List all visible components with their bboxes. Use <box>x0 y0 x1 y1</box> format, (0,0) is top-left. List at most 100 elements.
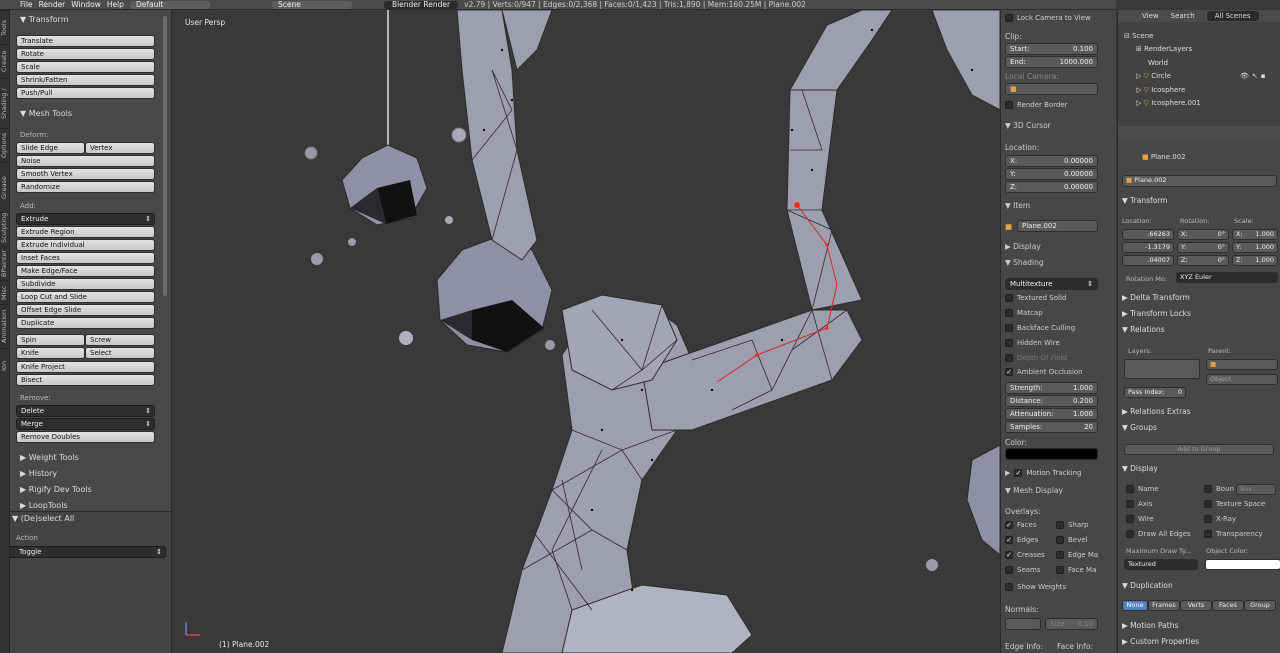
panel-header-display[interactable]: ▼ Display <box>1122 464 1158 473</box>
rotation-x-field[interactable]: X: 0° <box>1177 229 1229 240</box>
offset-edge-slide-button[interactable]: Offset Edge Slide <box>16 304 155 316</box>
panel-header-groups[interactable]: ▼ Groups <box>1122 423 1157 432</box>
render-engine-select[interactable]: Blender Render <box>383 0 459 9</box>
location-y-field[interactable]: -1.3179 <box>1122 242 1174 253</box>
noise-button[interactable]: Noise <box>16 155 155 167</box>
parent-type-select[interactable]: Object <box>1206 374 1278 385</box>
tab-animation[interactable]: Animation <box>0 304 9 348</box>
shrink-fatten-button[interactable]: Shrink/Fatten <box>16 74 155 86</box>
lock-camera-checkbox[interactable]: Lock Camera to View <box>1005 14 1091 22</box>
object-color-swatch[interactable] <box>1205 559 1280 570</box>
outliner-item-scene[interactable]: ⊟ Scene <box>1124 32 1153 40</box>
panel-header-transform[interactable]: ▼ Transform <box>10 13 171 26</box>
ao-samples-field[interactable]: Samples: 20 <box>1005 421 1098 433</box>
location-x-field[interactable]: .66263 <box>1122 229 1174 240</box>
loop-cut-button[interactable]: Loop Cut and Slide <box>16 291 155 303</box>
rotation-z-field[interactable]: Z: 0° <box>1177 255 1229 266</box>
ao-attenuation-field[interactable]: Attenuation: 1.000 <box>1005 408 1098 420</box>
panel-header-transform-locks[interactable]: ▶ Transform Locks <box>1122 309 1191 318</box>
extrude-region-button[interactable]: Extrude Region <box>16 226 155 238</box>
item-name-field[interactable]: Plane.002 <box>1017 220 1098 232</box>
sharp-checkbox[interactable]: Sharp <box>1056 521 1089 529</box>
tab-create[interactable]: Create <box>0 44 9 78</box>
pass-index-field[interactable]: Pass Index: 0 <box>1124 387 1186 398</box>
action-select[interactable]: Toggle ⇕ <box>10 546 166 558</box>
layers-grid[interactable] <box>1124 359 1200 379</box>
panel-header-rigify[interactable]: ▶ Rigify Dev Tools <box>10 483 171 496</box>
panel-header-delta-transform[interactable]: ▶ Delta Transform <box>1122 293 1190 302</box>
tab-shading-uvs[interactable]: Shading / UVs <box>0 78 9 128</box>
visibility-icons[interactable]: 👁↖▪ <box>1240 72 1269 80</box>
ao-distance-field[interactable]: Distance: 0.200 <box>1005 395 1098 407</box>
axis-checkbox[interactable]: Axis <box>1126 500 1153 508</box>
dup-tab-faces[interactable]: Faces <box>1212 600 1244 611</box>
ambient-occlusion-checkbox[interactable]: ✓ Ambient Occlusion <box>1005 368 1083 376</box>
tab-tools[interactable]: Tools <box>0 10 9 44</box>
texture-space-checkbox[interactable]: Texture Space <box>1204 500 1265 508</box>
panel-header-motion-tracking[interactable]: ▶ ✓ Motion Tracking <box>1005 469 1082 477</box>
normal-size-field[interactable]: Size: 0.10 <box>1045 618 1098 630</box>
outliner-view-menu[interactable]: View <box>1142 12 1159 20</box>
slide-vertex-button[interactable]: Vertex <box>85 142 155 154</box>
extrude-individual-button[interactable]: Extrude Individual <box>16 239 155 251</box>
panel-header-motion-paths[interactable]: ▶ Motion Paths <box>1122 621 1178 630</box>
menu-render[interactable]: Render <box>39 0 66 9</box>
outliner-search-menu[interactable]: Search <box>1171 12 1195 20</box>
panel-header-weight-tools[interactable]: ▶ Weight Tools <box>10 451 171 464</box>
clip-start-field[interactable]: Start: 0.100 <box>1005 43 1098 55</box>
menu-window[interactable]: Window <box>71 0 101 9</box>
outliner-item-renderlayers[interactable]: ⊞ RenderLayers <box>1136 45 1192 53</box>
bounds-checkbox[interactable]: Boun <box>1204 485 1234 493</box>
draw-all-edges-checkbox[interactable]: Draw All Edges <box>1126 530 1191 538</box>
tab-grease-pencil[interactable]: Grease Pencil <box>0 162 9 212</box>
panel-header-relations[interactable]: ▼ Relations <box>1122 325 1165 334</box>
scale-z-field[interactable]: Z: 1.000 <box>1232 255 1278 266</box>
transparency-checkbox[interactable]: Transparency <box>1204 530 1263 538</box>
dup-tab-group[interactable]: Group <box>1244 600 1276 611</box>
knife-button[interactable]: Knife <box>16 347 85 359</box>
outliner-item-icosphere[interactable]: ▷ ▽ Icosphere <box>1136 86 1185 94</box>
panel-header-operator[interactable]: ▼ (De)select All <box>10 512 171 525</box>
wire-checkbox[interactable]: Wire <box>1126 515 1154 523</box>
smooth-vertex-button[interactable]: Smooth Vertex <box>16 168 155 180</box>
name-checkbox[interactable]: Name <box>1126 485 1159 493</box>
rotation-mode-select[interactable]: XYZ Euler <box>1176 272 1278 283</box>
depth-of-field-checkbox[interactable]: Depth Of Field <box>1005 354 1067 362</box>
edges-checkbox[interactable]: ✓ Edges <box>1005 536 1038 544</box>
dup-tab-none[interactable]: None <box>1122 600 1148 611</box>
outliner-item-world[interactable]: World <box>1148 59 1168 67</box>
textured-solid-checkbox[interactable]: Textured Solid <box>1005 294 1066 302</box>
clip-end-field[interactable]: End: 1000.000 <box>1005 56 1098 68</box>
ao-color-swatch[interactable] <box>1005 448 1098 460</box>
panel-header-history[interactable]: ▶ History <box>10 467 171 480</box>
knife-select-button[interactable]: Select <box>85 347 155 359</box>
hidden-wire-checkbox[interactable]: Hidden Wire <box>1005 339 1060 347</box>
outliner-item-circle[interactable]: ▷ ▽ Circle <box>1136 72 1171 80</box>
edge-marks-checkbox[interactable]: Edge Ma <box>1056 551 1098 559</box>
panel-header-display[interactable]: ▶ Display <box>1005 242 1041 251</box>
cursor-z-field[interactable]: Z: 0.00000 <box>1005 181 1098 193</box>
parent-field[interactable]: ■ <box>1206 359 1278 370</box>
display-mode-select[interactable]: All Scenes <box>1206 11 1259 21</box>
panel-header-mesh-display[interactable]: ▼ Mesh Display <box>1005 486 1063 495</box>
panel-header-item[interactable]: ▼ Item <box>1005 201 1030 210</box>
translate-button[interactable]: Translate <box>16 35 155 47</box>
rotate-button[interactable]: Rotate <box>16 48 155 60</box>
inset-faces-button[interactable]: Inset Faces <box>16 252 155 264</box>
creases-checkbox[interactable]: ✓ Creases <box>1005 551 1045 559</box>
rotation-y-field[interactable]: Y: 0° <box>1177 242 1229 253</box>
render-border-checkbox[interactable]: Render Border <box>1005 101 1068 109</box>
bevel-checkbox[interactable]: Bevel <box>1056 536 1088 544</box>
subdivide-button[interactable]: Subdivide <box>16 278 155 290</box>
panel-header-transform[interactable]: ▼ Transform <box>1122 196 1167 205</box>
tab-sculpting[interactable]: Sculpting <box>0 212 9 246</box>
scale-y-field[interactable]: Y: 1.000 <box>1232 242 1278 253</box>
spin-button[interactable]: Spin <box>16 334 85 346</box>
bounds-type-select[interactable]: Box <box>1236 484 1276 495</box>
location-z-field[interactable]: .04007 <box>1122 255 1174 266</box>
3d-viewport[interactable]: User Persp (1) Plane.002 <box>172 10 1000 653</box>
panel-header-mesh-tools[interactable]: ▼ Mesh Tools <box>10 107 171 120</box>
scale-x-field[interactable]: X: 1.000 <box>1232 229 1278 240</box>
local-camera-field[interactable]: ■ <box>1005 83 1098 95</box>
add-to-group-button[interactable]: Add to Group <box>1124 444 1274 455</box>
